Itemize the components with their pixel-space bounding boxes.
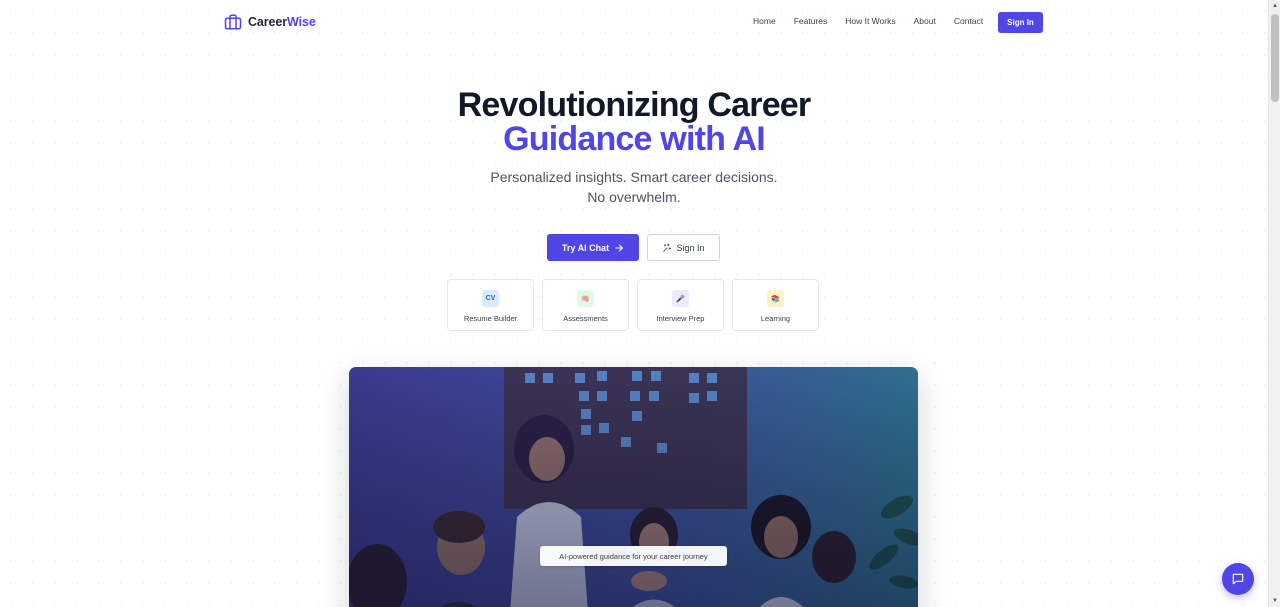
try-ai-chat-label: Try AI Chat — [561, 242, 610, 253]
nav-link-features[interactable]: Features — [794, 16, 828, 26]
feature-card-interview-prep[interactable]: 🎤 Interview Prep — [637, 279, 724, 331]
nav-link-how-it-works[interactable]: How It Works — [845, 16, 895, 26]
feature-card-assessments[interactable]: 🧠 Assessments — [542, 279, 629, 331]
feature-label: Interview Prep — [656, 314, 705, 323]
feature-card-resume-builder[interactable]: CV Resume Builder — [447, 279, 534, 331]
page-scrollbar[interactable]: ▲ ▼ — [1268, 0, 1280, 607]
brand-logo[interactable]: CareerWise — [224, 12, 316, 32]
brand-name-part1: Career — [248, 15, 288, 29]
hero-signin-label: Sign In — [676, 242, 705, 253]
brand-name-part2: Wise — [287, 15, 316, 29]
briefcase-icon — [224, 14, 242, 30]
chat-fab-button[interactable] — [1222, 563, 1254, 595]
arrow-right-icon — [615, 244, 623, 251]
nav-link-about[interactable]: About — [914, 16, 936, 26]
cv-icon: CV — [482, 290, 499, 307]
books-icon: 📚 — [767, 290, 784, 307]
hero-title-line2: Guidance with AI — [503, 120, 766, 158]
feature-label: Assessments — [563, 314, 608, 323]
sparkles-icon — [663, 243, 672, 252]
feature-card-learning[interactable]: 📚 Learning — [732, 279, 819, 331]
nav-link-contact[interactable]: Contact — [954, 16, 983, 26]
hero-signin-button[interactable]: Sign In — [647, 234, 720, 261]
brand-name: CareerWise — [248, 15, 316, 29]
scroll-up-arrow-icon[interactable]: ▲ — [1269, 0, 1280, 12]
try-ai-chat-button[interactable]: Try AI Chat — [547, 234, 639, 261]
hero-subtitle-line2: No overwhelm. — [587, 189, 681, 205]
feature-cards: CV Resume Builder 🧠 Assessments 🎤 Interv… — [447, 279, 819, 331]
page: CareerWise Home Features How It Works Ab… — [0, 0, 1268, 607]
hero-team-photo: AI-powered guidance for your career jour… — [349, 367, 918, 607]
scroll-thumb[interactable] — [1271, 14, 1279, 102]
image-caption: AI-powered guidance for your career jour… — [540, 546, 727, 566]
scroll-down-arrow-icon[interactable]: ▼ — [1269, 595, 1280, 607]
feature-label: Learning — [760, 314, 791, 323]
top-navbar: CareerWise Home Features How It Works Ab… — [0, 0, 1268, 44]
team-photo-illustration — [349, 367, 918, 607]
hero-subtitle-line1: Personalized insights. Smart career deci… — [490, 169, 778, 185]
microphone-icon: 🎤 — [672, 290, 689, 307]
nav-link-home[interactable]: Home — [753, 16, 776, 26]
nav-links: Home Features How It Works About Contact — [753, 16, 1001, 26]
hero-title-line1: Revolutionizing Career — [457, 86, 811, 124]
chat-icon — [1232, 573, 1244, 585]
nav-signin-button[interactable]: Sign In — [998, 12, 1043, 33]
brain-icon: 🧠 — [577, 290, 594, 307]
feature-label: Resume Builder — [463, 314, 518, 323]
